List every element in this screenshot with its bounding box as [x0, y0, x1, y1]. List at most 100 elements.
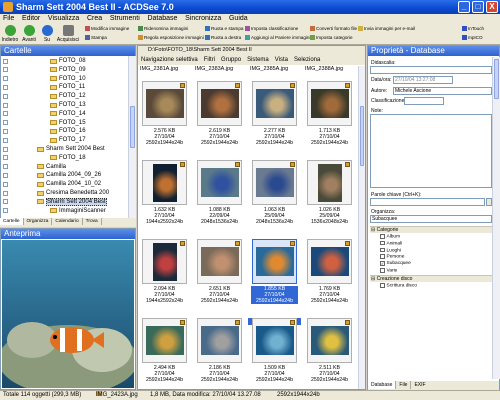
properties-scrollbar[interactable] — [492, 57, 500, 379]
folder-checkbox[interactable] — [3, 155, 8, 161]
folder-checkbox[interactable] — [3, 120, 8, 126]
folder-tree-item[interactable]: FOTO_11 — [1, 83, 128, 92]
maximize-button[interactable]: □ — [472, 1, 484, 13]
thumbnail-item[interactable]: 2.277 KB27/10/042592x1944x24bIMG_2395A.j… — [251, 81, 298, 168]
set-categories-button[interactable]: Imposta categorie — [310, 35, 353, 40]
menu-view[interactable]: Visualizza — [45, 14, 82, 22]
category-item[interactable]: Animali — [380, 240, 402, 246]
category-item[interactable]: Luoghi — [380, 247, 401, 253]
keywords-input[interactable] — [370, 198, 485, 206]
folder-tree-item[interactable]: Camilla 2004_09_26 — [1, 171, 128, 180]
rotate-print-button[interactable]: Ruota e stampa — [205, 26, 243, 31]
category-checkbox[interactable] — [380, 268, 385, 273]
set-rating-button[interactable]: Imposta classificazione — [245, 26, 298, 31]
folder-checkbox[interactable] — [3, 76, 8, 82]
author-input[interactable]: Michele Ascione — [393, 87, 492, 95]
thumbnail-item[interactable]: 1.713 KB27/10/042592x1944x24bIMG_2401A.j… — [306, 81, 353, 168]
thumbnail-item[interactable]: 2.511 KB27/10/042592x1944x24bIMG_2435A.j… — [306, 318, 353, 389]
caption-input[interactable] — [370, 66, 492, 74]
folder-checkbox[interactable] — [3, 128, 8, 134]
intouch-button[interactable]: InTouch — [462, 26, 484, 31]
folder-tree-item[interactable]: FOTO_17 — [1, 136, 128, 145]
folder-checkbox[interactable] — [3, 208, 8, 214]
disc-creation-section-header[interactable]: ⊟ Creazione disco — [370, 275, 492, 282]
thumbnail-item[interactable]: 2.576 KB27/10/042592x1944x24bIMG_2391A.j… — [141, 81, 188, 168]
thumbnail-filename-partial[interactable]: IMG_2385A.jpg — [250, 66, 288, 72]
mpico-button[interactable]: mpICO — [462, 35, 483, 40]
folder-tree-item[interactable]: FOTO_15 — [1, 119, 128, 128]
folder-tree-scrollbar[interactable] — [128, 56, 136, 218]
menu-file[interactable]: File — [0, 14, 17, 22]
menu-help[interactable]: Guida — [226, 14, 251, 22]
thumbnail-item[interactable]: 1.026 KB25/09/041536x2048x24bIMG_2406.JP… — [306, 160, 353, 247]
thumbnail-item[interactable]: 1.509 KB27/10/042592x1944x24bIMG_2432.JP… — [251, 318, 298, 389]
rename-images-button[interactable]: Ridenomina immagini — [138, 26, 188, 31]
thumbnail-item[interactable]: 2.651 KB27/10/042592x1944x24bIMG_2415A.j… — [196, 239, 243, 326]
menu-database[interactable]: Database — [144, 14, 180, 22]
notes-textarea[interactable] — [370, 114, 492, 188]
folder-tree-item[interactable]: FOTO_18 — [1, 154, 128, 163]
minimize-button[interactable]: _ — [458, 1, 470, 13]
folder-checkbox[interactable] — [3, 190, 8, 196]
rotate-right-button[interactable]: Ruota a destra — [205, 35, 241, 40]
tab-database[interactable]: Database — [368, 381, 397, 389]
disc-creation-checkbox[interactable] — [380, 283, 385, 288]
folder-tree-item[interactable]: FOTO_13 — [1, 101, 128, 110]
folder-tree-item[interactable]: ImmaginiScanner — [1, 207, 128, 216]
tab-calendar[interactable]: Calendario — [52, 218, 83, 225]
convert-format-button[interactable]: Converti formato file — [310, 26, 357, 31]
folder-tree-item[interactable]: FOTO_08 — [1, 57, 128, 66]
categories-section-header[interactable]: ⊟ Categorie — [370, 226, 492, 233]
folder-tree-item[interactable]: Cresima Benedetta 200 — [1, 189, 128, 198]
thumbnail-item[interactable]: 1.769 KB27/10/042592x1944x24bIMG_2424A.j… — [306, 239, 353, 326]
organize-value[interactable]: Subacquee — [370, 215, 492, 223]
category-checkbox[interactable] — [380, 240, 385, 246]
thumbnail-item[interactable]: 2.494 KB27/10/042592x1944x24bIMG_2427A.j… — [141, 318, 188, 389]
folder-checkbox[interactable] — [3, 146, 8, 152]
thumbnail-filename-partial[interactable]: IMG_2381A.jpg — [140, 66, 178, 72]
category-checkbox[interactable]: ✓ — [380, 261, 385, 266]
folder-checkbox[interactable] — [3, 137, 8, 143]
folder-tree-item[interactable]: Camilla 2004_10_02 — [1, 180, 128, 189]
folder-tree-item[interactable]: FOTO_14 — [1, 110, 128, 119]
thumbnail-item[interactable]: 2.186 KB27/10/042592x1944x24bIMG_2429A.j… — [196, 318, 243, 389]
folder-tree-item[interactable]: FOTO_12 — [1, 92, 128, 101]
folder-checkbox[interactable] — [3, 67, 8, 73]
folder-checkbox[interactable] — [3, 111, 8, 117]
adjust-exposure-button[interactable]: Regola esposizione immagini — [138, 35, 204, 40]
view-button[interactable]: Vista — [272, 55, 291, 65]
properties-scroll-thumb[interactable] — [494, 59, 499, 99]
category-checkbox[interactable] — [380, 254, 385, 259]
folder-checkbox[interactable] — [3, 199, 8, 205]
forward-button[interactable]: Avanti — [20, 25, 38, 43]
folder-checkbox[interactable] — [3, 102, 8, 108]
print-button[interactable]: Stampa — [85, 35, 107, 40]
menu-create[interactable]: Crea — [84, 14, 105, 22]
thumbnail-filename-partial[interactable]: IMG_2388A.jpg — [305, 66, 343, 72]
folder-tree-item[interactable]: Sharm Sett 2004 Best — [1, 145, 128, 154]
rating-select[interactable] — [404, 97, 444, 105]
tab-folders[interactable]: Cartelle — [0, 218, 24, 225]
thumbnail-item[interactable]: 2.094 KB27/10/041944x2592x24bIMG_2408A.j… — [141, 239, 188, 326]
thumbnail-filename-partial[interactable]: IMG_2383A.jpg — [195, 66, 233, 72]
folder-tree-item[interactable]: FOTO_10 — [1, 75, 128, 84]
select-button[interactable]: Seleziona — [291, 55, 323, 65]
folder-checkbox[interactable] — [3, 84, 8, 90]
group-button[interactable]: Gruppo — [218, 55, 244, 65]
thumbnail-item[interactable]: 1.855 KB27/10/042592x1944x24bIMG_2423A.j… — [248, 239, 301, 326]
tab-exif[interactable]: EXIF — [411, 381, 428, 389]
folder-checkbox[interactable] — [3, 93, 8, 99]
add-to-basket-button[interactable]: Aggiungi al Paniere immagini — [245, 35, 311, 40]
category-item[interactable]: Persone — [380, 254, 404, 260]
tab-find[interactable]: Trova — [83, 218, 102, 225]
folder-checkbox[interactable] — [3, 181, 8, 187]
folder-checkbox[interactable] — [3, 164, 8, 170]
browser-scrollbar[interactable] — [358, 66, 365, 389]
menu-tools[interactable]: Strumenti — [107, 14, 143, 22]
folder-checkbox[interactable] — [3, 58, 8, 64]
folder-checkbox[interactable] — [3, 172, 8, 178]
tab-organize[interactable]: Organizza — [24, 218, 53, 225]
folder-tree-item[interactable]: FOTO_16 — [1, 127, 128, 136]
date-input[interactable]: 27/10/04 13:27:08 — [393, 76, 453, 84]
menu-sync[interactable]: Sincronizza — [182, 14, 224, 22]
